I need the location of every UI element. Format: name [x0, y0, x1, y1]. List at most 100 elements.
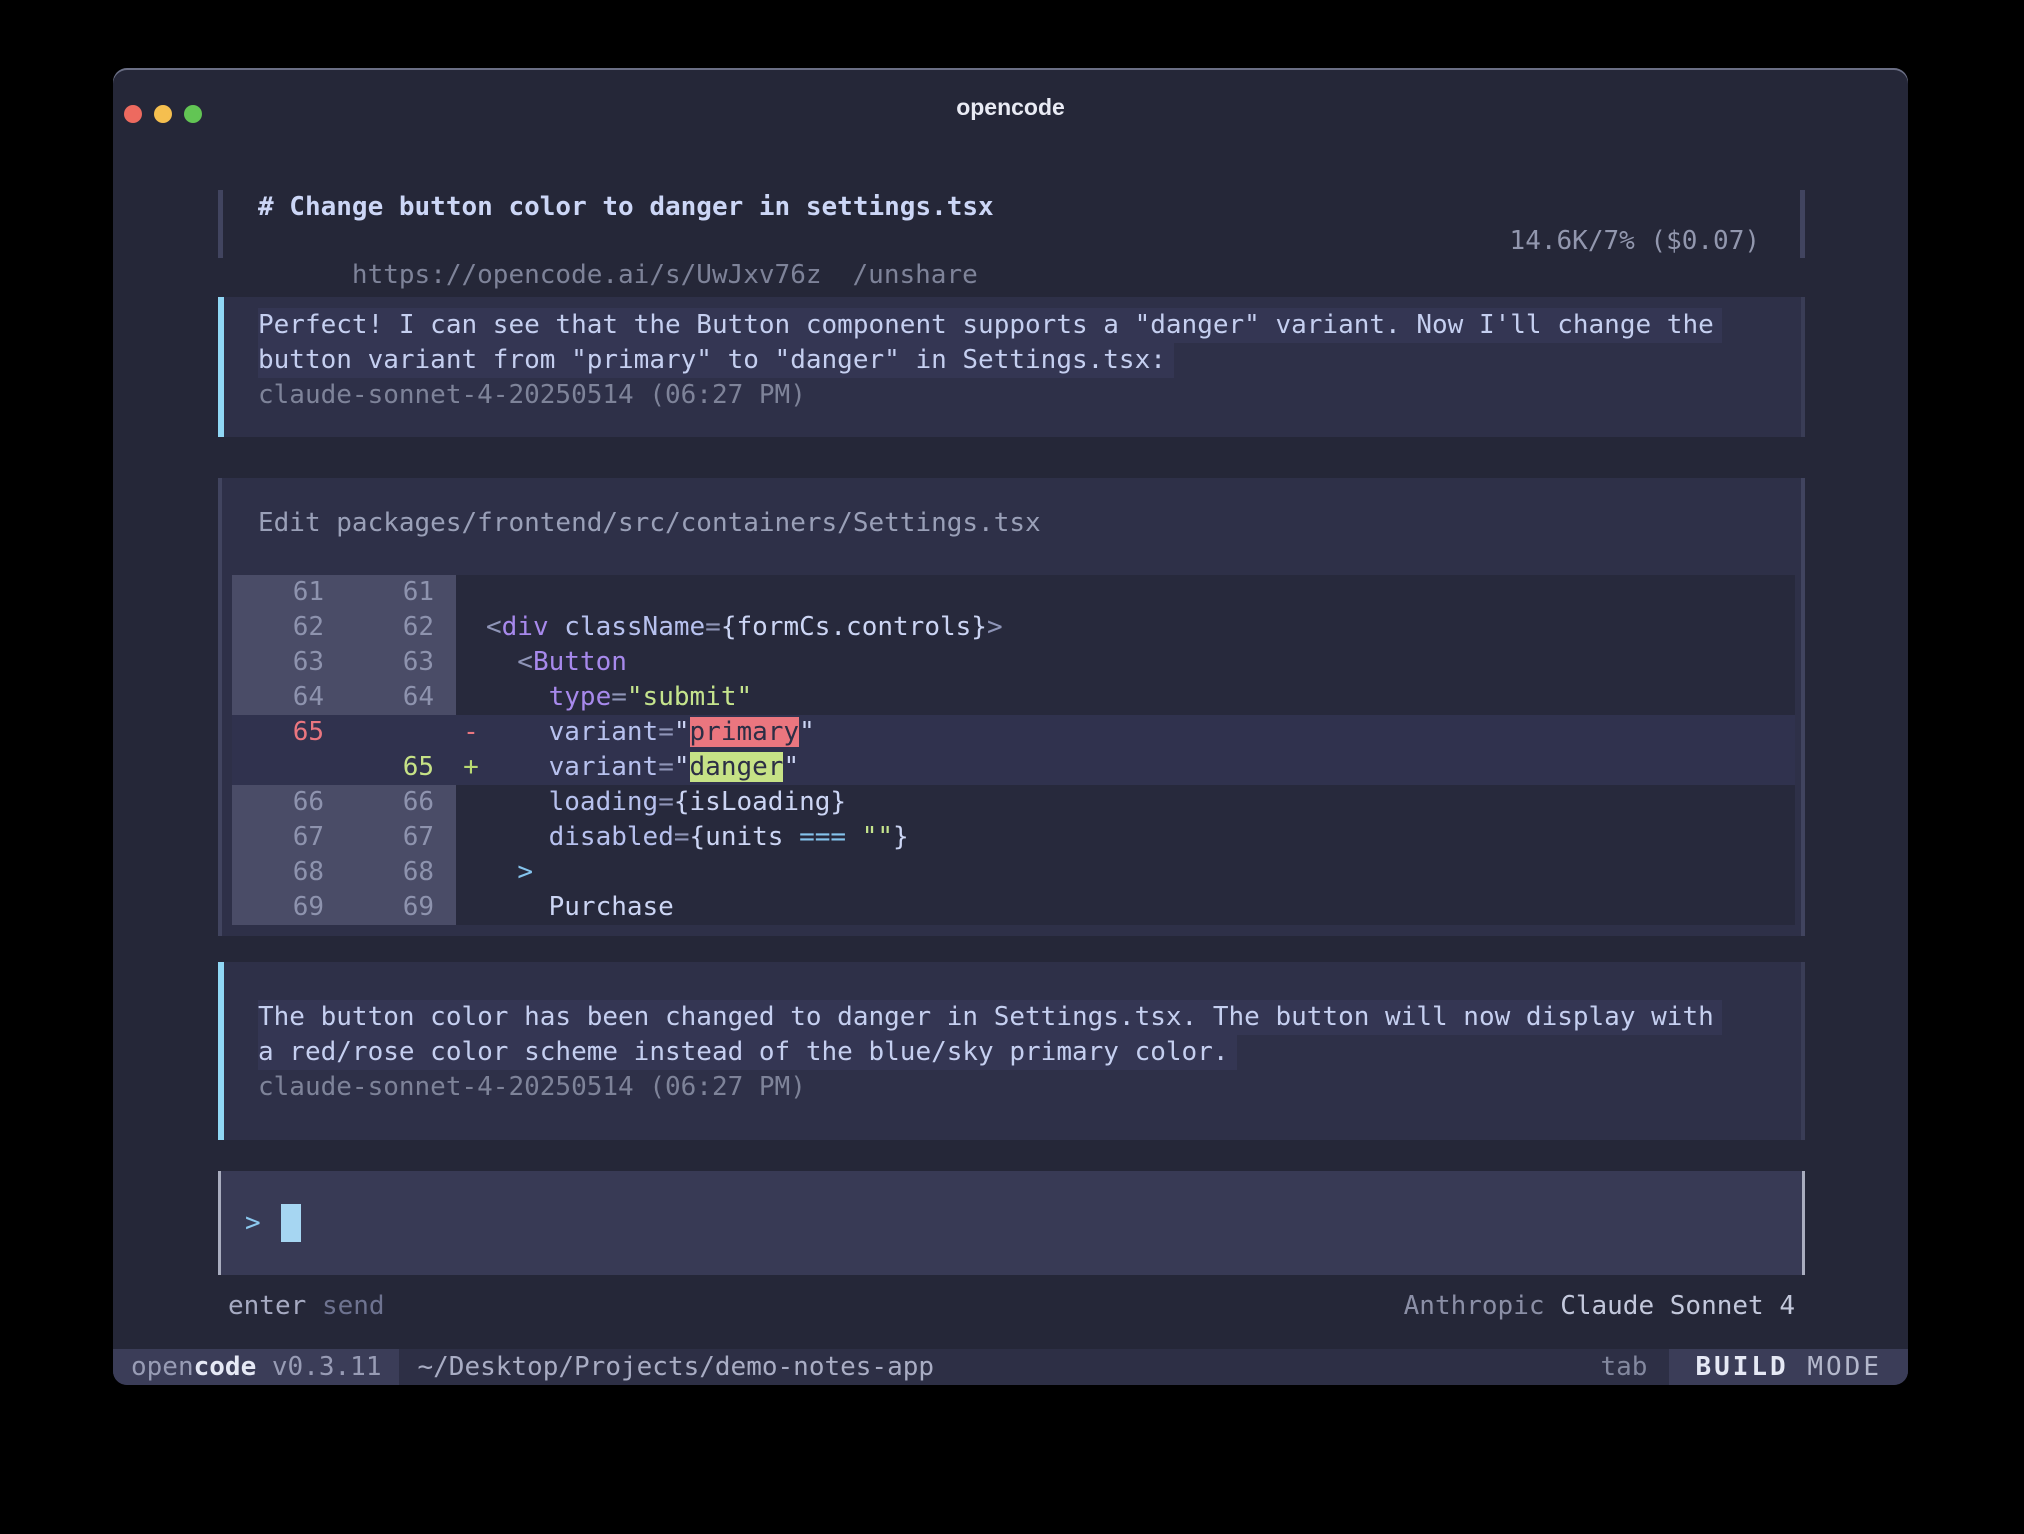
header-left-divider [218, 190, 223, 258]
line-number-gutter: 6767 [232, 820, 456, 855]
diff-table: 61616262 <div className={formCs.controls}… [232, 575, 1795, 925]
share-url-link[interactable]: https://opencode.ai/s/UwJxv76z [352, 260, 822, 290]
enter-key-hint: enter [228, 1291, 306, 1321]
diff-row: 65 - variant="primary" [232, 715, 1795, 750]
line-number-gutter: 6161 [232, 575, 456, 610]
line-number-old: 63 [232, 645, 324, 680]
message-model-timestamp: claude-sonnet-4-20250514 (06:27 PM) [258, 378, 806, 413]
mode-mode-label: MODE [1789, 1352, 1882, 1382]
line-number-old [232, 750, 324, 785]
mode-build-label: BUILD [1695, 1352, 1788, 1382]
line-number-new: 63 [324, 645, 434, 680]
code-line: variant="danger" [486, 750, 1795, 785]
line-number-new: 64 [324, 680, 434, 715]
diff-marker [456, 820, 486, 855]
diff-row: 6868 > [232, 855, 1795, 890]
line-number-gutter: 6262 [232, 610, 456, 645]
diff-row: 6464 type="submit" [232, 680, 1795, 715]
diff-row: 6262 <div className={formCs.controls}> [232, 610, 1795, 645]
line-number-old: 65 [232, 715, 324, 750]
header-right-divider [1800, 190, 1805, 258]
diff-marker [456, 645, 486, 680]
tab-key-hint[interactable]: tab [1600, 1349, 1647, 1385]
line-number-gutter: 65 [232, 750, 456, 785]
diff-row: 65 + variant="danger" [232, 750, 1795, 785]
session-header: # Change button color to danger in setti… [218, 190, 1805, 258]
provider-name: Anthropic [1404, 1291, 1545, 1321]
edit-tool-card: Edit packages/frontend/src/containers/Se… [218, 478, 1805, 936]
line-number-new: 68 [324, 855, 434, 890]
app-version: v0.3.11 [256, 1352, 381, 1382]
model-name: Claude Sonnet 4 [1560, 1291, 1795, 1321]
diff-marker [456, 680, 486, 715]
diff-row: 6767 disabled={units === ""} [232, 820, 1795, 855]
message-text-line: button variant from "primary" to "danger… [258, 343, 1174, 378]
app-version-chip: opencode v0.3.11 [113, 1349, 399, 1385]
line-number-gutter: 6464 [232, 680, 456, 715]
code-line [486, 575, 1795, 610]
text-cursor [281, 1204, 301, 1242]
provider-gap [1545, 1291, 1561, 1321]
token-usage-cost: 14.6K/7% ($0.07) [1510, 224, 1760, 258]
code-line: variant="primary" [486, 715, 1795, 750]
line-number-old: 69 [232, 890, 324, 925]
line-number-new: 61 [324, 575, 434, 610]
code-line: type="submit" [486, 680, 1795, 715]
diff-marker: - [456, 715, 486, 750]
opencode-terminal-window: opencode # Change button color to danger… [113, 68, 1908, 1385]
diff-marker [456, 855, 486, 890]
message-text-line: a red/rose color scheme instead of the b… [258, 1035, 1237, 1070]
send-action-hint [306, 1291, 322, 1321]
brand-open: open [131, 1352, 194, 1382]
line-number-gutter: 6363 [232, 645, 456, 680]
diff-row: 6363 <Button [232, 645, 1795, 680]
line-number-old: 64 [232, 680, 324, 715]
diff-marker [456, 575, 486, 610]
prompt-input[interactable]: > [218, 1171, 1805, 1275]
hints-row: enter send Anthropic Claude Sonnet 4 [228, 1290, 1795, 1322]
code-line: <Button [486, 645, 1795, 680]
unshare-command: /unshare [853, 260, 978, 290]
prompt-chevron: > [245, 1204, 261, 1242]
assistant-message: Perfect! I can see that the Button compo… [218, 297, 1805, 437]
line-number-new: 62 [324, 610, 434, 645]
line-number-old: 62 [232, 610, 324, 645]
code-line: disabled={units === ""} [486, 820, 1795, 855]
line-number-new: 69 [324, 890, 434, 925]
working-directory: ~/Desktop/Projects/demo-notes-app [417, 1349, 934, 1385]
mode-chip[interactable]: BUILD MODE [1669, 1349, 1908, 1385]
line-number-old: 61 [232, 575, 324, 610]
line-number-new: 65 [324, 750, 434, 785]
message-text-line: Perfect! I can see that the Button compo… [258, 308, 1722, 343]
edit-file-path: Edit packages/frontend/src/containers/Se… [258, 508, 1041, 538]
assistant-message: The button color has been changed to dan… [218, 962, 1805, 1140]
line-number-new: 66 [324, 785, 434, 820]
line-number-gutter: 6666 [232, 785, 456, 820]
line-number-gutter: 65 [232, 715, 456, 750]
model-indicator: Anthropic Claude Sonnet 4 [1404, 1290, 1795, 1322]
code-line: > [486, 855, 1795, 890]
diff-row: 6969 Purchase [232, 890, 1795, 925]
line-number-old: 68 [232, 855, 324, 890]
message-text-line: The button color has been changed to dan… [258, 1000, 1722, 1035]
line-number-new [324, 715, 434, 750]
window-title: opencode [113, 94, 1908, 121]
diff-row: 6161 [232, 575, 1795, 610]
line-number-new: 67 [324, 820, 434, 855]
line-number-gutter: 6868 [232, 855, 456, 890]
statusbar-spacer [934, 1349, 1600, 1385]
diff-row: 6666 loading={isLoading} [232, 785, 1795, 820]
code-line: Purchase [486, 890, 1795, 925]
code-line: <div className={formCs.controls}> [486, 610, 1795, 645]
line-number-old: 66 [232, 785, 324, 820]
diff-marker [456, 785, 486, 820]
send-action-label: send [322, 1291, 385, 1321]
brand-code: code [194, 1352, 257, 1382]
message-model-timestamp: claude-sonnet-4-20250514 (06:27 PM) [258, 1070, 806, 1105]
session-title: # Change button color to danger in setti… [258, 190, 994, 224]
code-line: loading={isLoading} [486, 785, 1795, 820]
diff-marker [456, 890, 486, 925]
diff-marker [456, 610, 486, 645]
line-number-gutter: 6969 [232, 890, 456, 925]
diff-marker: + [456, 750, 486, 785]
